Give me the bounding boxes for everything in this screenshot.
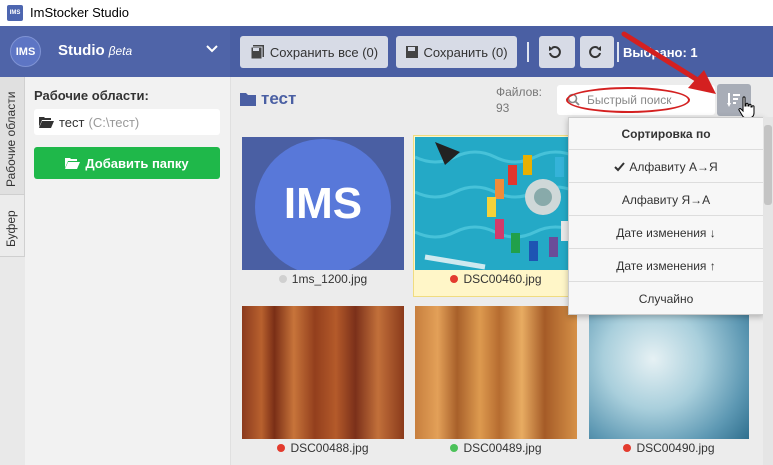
- beta-badge: βeta: [108, 44, 133, 58]
- thumbnail-filename: DSC00489.jpg: [463, 441, 542, 455]
- files-count: Файлов: 93: [496, 85, 543, 115]
- thumbnail-caption: DSC00460.jpg: [415, 270, 577, 288]
- sort-option-random[interactable]: Случайно: [569, 283, 763, 315]
- window-titlebar: IMS ImStocker Studio: [0, 0, 773, 26]
- save-all-label: Сохранить все (0): [269, 44, 379, 60]
- window-title: ImStocker Studio: [30, 5, 129, 20]
- undo-icon: [549, 46, 561, 59]
- thumbnail-caption: 1ms_1200.jpg: [242, 270, 404, 288]
- status-dot: [450, 275, 459, 283]
- brand-switcher[interactable]: IMS Studio βeta: [0, 26, 230, 77]
- add-folder-label: Добавить папку: [85, 155, 189, 171]
- workspaces-panel: [25, 77, 231, 465]
- thumbnail-image[interactable]: IMS: [242, 137, 404, 270]
- thumbnail-image[interactable]: [415, 306, 577, 439]
- thumbnail-caption: DSC00490.jpg: [589, 439, 749, 457]
- sort-option-date-asc[interactable]: Дате изменения ↑: [569, 250, 763, 282]
- thumbnail-card[interactable]: DSC00489.jpg: [415, 306, 577, 457]
- thumbnail-card[interactable]: IMS 1ms_1200.jpg: [242, 137, 404, 288]
- app-icon: IMS: [7, 5, 23, 21]
- save-all-icon: [250, 45, 264, 60]
- folder-open-icon: [39, 117, 54, 128]
- tab-workspaces[interactable]: Рабочие области: [0, 77, 25, 195]
- redo-icon: [589, 46, 601, 59]
- workspace-path: (C:\тест): [88, 114, 140, 130]
- thumbnail-filename: DSC00460.jpg: [463, 272, 542, 286]
- check-icon: [614, 161, 626, 171]
- tab-buffer-label: Буфер: [4, 210, 18, 247]
- undo-button[interactable]: [539, 36, 575, 68]
- status-dot: [450, 444, 459, 452]
- thumbnail-card[interactable]: DSC00460.jpg: [415, 137, 577, 288]
- thumbnail-image[interactable]: [415, 137, 577, 270]
- sort-option-date-desc[interactable]: Дате изменения ↓: [569, 217, 763, 249]
- thumbnail-caption: DSC00488.jpg: [242, 439, 404, 457]
- thumbnail-image[interactable]: [242, 306, 404, 439]
- tab-workspaces-label: Рабочие области: [4, 91, 18, 187]
- thumbnail-image[interactable]: [589, 306, 749, 439]
- folder-open-icon: [65, 158, 81, 169]
- thumbnail-filename: 1ms_1200.jpg: [291, 272, 368, 286]
- redo-button[interactable]: [580, 36, 614, 68]
- save-label: Сохранить (0): [423, 44, 508, 60]
- brand-name: Studio βeta: [58, 42, 133, 59]
- folder-title: тест: [240, 89, 296, 109]
- status-dot: [623, 444, 632, 452]
- sort-option-alpha-asc[interactable]: Алфавиту А→Я: [569, 151, 763, 183]
- save-icon: [406, 46, 419, 58]
- status-dot: [277, 444, 286, 452]
- save-button[interactable]: Сохранить (0): [396, 36, 517, 68]
- status-dot: [278, 275, 287, 283]
- annotation-arrow: [621, 31, 716, 94]
- scrollbar-thumb[interactable]: [764, 125, 772, 205]
- folder-icon: [240, 93, 256, 106]
- workspaces-heading: Рабочие области:: [34, 88, 149, 103]
- chevron-down-icon[interactable]: [205, 41, 219, 58]
- workspace-name: тест: [59, 114, 85, 130]
- sort-menu-header: Сортировка по: [569, 118, 763, 150]
- add-folder-button[interactable]: Добавить папку: [34, 147, 220, 179]
- save-all-button[interactable]: Сохранить все (0): [240, 36, 388, 68]
- thumbnail-logo-text: IMS: [283, 179, 363, 228]
- brand-logo: IMS: [10, 36, 41, 67]
- thumbnail-card[interactable]: DSC00490.jpg: [589, 306, 749, 457]
- sort-dropdown: Сортировка по Алфавиту А→Я Алфавиту Я→А …: [568, 117, 764, 315]
- tab-buffer[interactable]: Буфер: [0, 195, 25, 257]
- thumbnail-filename: DSC00488.jpg: [290, 441, 369, 455]
- sort-option-alpha-desc[interactable]: Алфавиту Я→А: [569, 184, 763, 216]
- thumbnail-caption: DSC00489.jpg: [415, 439, 577, 457]
- workspace-item[interactable]: тест (C:\тест): [34, 109, 220, 135]
- thumbnail-filename: DSC00490.jpg: [636, 441, 715, 455]
- toolbar-divider: [527, 42, 529, 62]
- thumbnail-card[interactable]: DSC00488.jpg: [242, 306, 404, 457]
